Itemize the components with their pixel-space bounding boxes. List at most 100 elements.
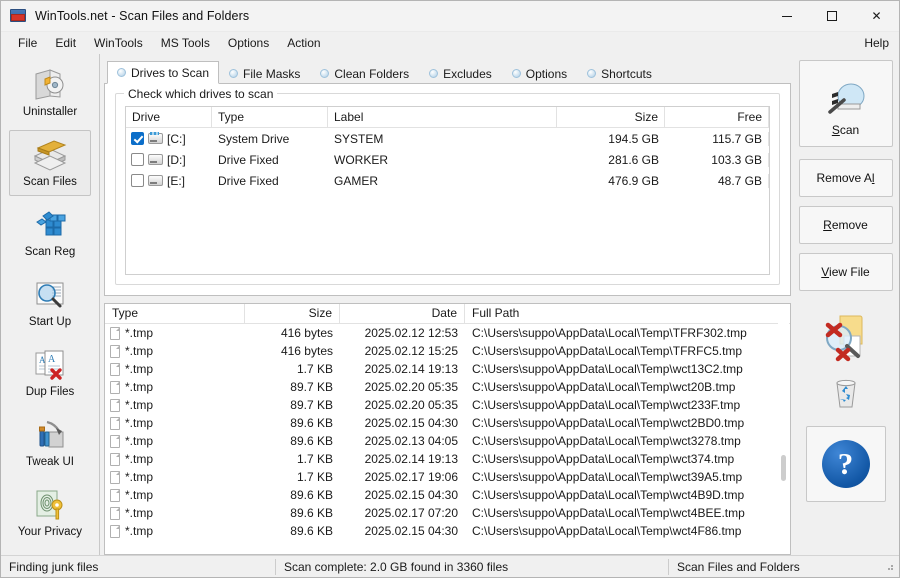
drive-type: System Drive [212, 132, 328, 146]
tab-shortcuts[interactable]: Shortcuts [577, 62, 662, 84]
table-row[interactable]: *.tmp89.7 KB2025.02.20 05:35C:\Users\sup… [105, 378, 790, 396]
view-file-button[interactable]: View File [799, 253, 893, 291]
svg-text:A: A [48, 354, 56, 365]
column-header-size[interactable]: Size [557, 107, 665, 127]
column-header-type[interactable]: Type [212, 107, 328, 127]
drive-free: 48.7 GB [665, 174, 769, 188]
sidebar-item-your-privacy[interactable]: Your Privacy [9, 480, 91, 546]
column-header-drive[interactable]: Drive [126, 107, 212, 127]
table-row[interactable]: *.tmp89.6 KB2025.02.15 04:30C:\Users\sup… [105, 414, 790, 432]
sidebar-item-scan-files[interactable]: Scan Files [9, 130, 91, 196]
file-size: 416 bytes [245, 326, 340, 340]
table-row[interactable]: [C:] System Drive SYSTEM 194.5 GB 115.7 … [126, 128, 769, 149]
sidebar-item-label: Scan Files [23, 176, 77, 188]
help-icon: ? [822, 440, 870, 488]
file-size: 1.7 KB [245, 470, 340, 484]
menu-options[interactable]: Options [219, 34, 278, 52]
sidebar-item-uninstaller[interactable]: Uninstaller [9, 60, 91, 126]
column-header-full-path[interactable]: Full Path [465, 304, 790, 323]
file-size: 416 bytes [245, 344, 340, 358]
table-row[interactable]: *.tmp89.6 KB2025.02.15 04:30C:\Users\sup… [105, 522, 790, 540]
drive-label: WORKER [328, 153, 557, 167]
table-row[interactable]: *.tmp89.6 KB2025.02.13 04:05C:\Users\sup… [105, 432, 790, 450]
table-row[interactable]: *.tmp416 bytes2025.02.12 12:53C:\Users\s… [105, 324, 790, 342]
tab-page-drives-to-scan: Check which drives to scan Drive Type La… [104, 84, 791, 296]
table-row[interactable]: *.tmp89.6 KB2025.02.17 07:20C:\Users\sup… [105, 504, 790, 522]
file-type: *.tmp [125, 452, 153, 466]
sidebar-item-dup-files[interactable]: A A Dup Files [9, 340, 91, 406]
file-size: 89.6 KB [245, 416, 340, 430]
sidebar-item-start-up[interactable]: Start Up [9, 270, 91, 336]
tab-excludes[interactable]: Excludes [419, 62, 502, 84]
tab-drives-to-scan[interactable]: Drives to Scan [107, 61, 219, 84]
file-size: 1.7 KB [245, 452, 340, 466]
menu-wintools[interactable]: WinTools [85, 34, 152, 52]
remove-button[interactable]: Remove [799, 206, 893, 244]
file-path: C:\Users\suppo\AppData\Local\Temp\wct4BE… [465, 506, 790, 520]
tab-label: Excludes [443, 67, 492, 81]
table-row[interactable]: *.tmp416 bytes2025.02.12 15:25C:\Users\s… [105, 342, 790, 360]
sidebar-item-label: Start Up [29, 316, 71, 328]
menu-ms-tools[interactable]: MS Tools [152, 34, 219, 52]
file-icon [110, 417, 120, 430]
tab-bullet-icon [429, 69, 438, 78]
column-header-size[interactable]: Size [245, 304, 340, 323]
minimize-button[interactable] [764, 1, 809, 32]
close-icon[interactable]: ✕ [854, 1, 899, 32]
file-type: *.tmp [125, 362, 153, 376]
sidebar-item-label: Scan Reg [25, 246, 76, 258]
results-scrollbar[interactable] [778, 305, 789, 553]
scan-button[interactable]: Scan [799, 60, 893, 147]
tab-label: Shortcuts [601, 67, 652, 81]
column-header-type[interactable]: Type [105, 304, 245, 323]
sidebar-item-scan-reg[interactable]: Scan Reg [9, 200, 91, 266]
maximize-button[interactable] [809, 1, 854, 32]
file-path: C:\Users\suppo\AppData\Local\Temp\wct20B… [465, 380, 790, 394]
menu-action[interactable]: Action [278, 34, 329, 52]
drive-checkbox[interactable] [131, 132, 144, 145]
column-header-free[interactable]: Free [665, 107, 769, 127]
drive-label: SYSTEM [328, 132, 557, 146]
table-row[interactable]: *.tmp1.7 KB2025.02.14 19:13C:\Users\supp… [105, 360, 790, 378]
table-row[interactable]: [E:] Drive Fixed GAMER 476.9 GB 48.7 GB [126, 170, 769, 191]
scrollbar-thumb[interactable] [781, 455, 786, 481]
help-button[interactable]: ? [806, 426, 886, 502]
file-type: *.tmp [125, 380, 153, 394]
tab-label: Clean Folders [334, 67, 409, 81]
menu-help[interactable]: Help [855, 34, 899, 52]
tab-clean-folders[interactable]: Clean Folders [310, 62, 419, 84]
file-path: C:\Users\suppo\AppData\Local\Temp\wct39A… [465, 470, 790, 484]
status-right: Scan Files and Folders [669, 559, 884, 575]
file-size: 1.7 KB [245, 362, 340, 376]
sidebar-item-tweak-ui[interactable]: Tweak UI [9, 410, 91, 476]
drive-letter: [D:] [167, 153, 186, 167]
menu-file[interactable]: File [9, 34, 46, 52]
table-row[interactable]: *.tmp89.7 KB2025.02.20 05:35C:\Users\sup… [105, 396, 790, 414]
table-row[interactable]: *.tmp1.7 KB2025.02.14 19:13C:\Users\supp… [105, 450, 790, 468]
file-icon [110, 435, 120, 448]
tab-strip: Drives to Scan File Masks Clean Folders … [104, 60, 791, 84]
table-row[interactable]: *.tmp89.6 KB2025.02.15 04:30C:\Users\sup… [105, 486, 790, 504]
tab-options[interactable]: Options [502, 62, 577, 84]
drive-checkbox[interactable] [131, 153, 144, 166]
column-header-label[interactable]: Label [328, 107, 557, 127]
dup-files-icon: A A [30, 346, 70, 384]
sidebar-item-label: Your Privacy [18, 526, 82, 538]
drive-size: 194.5 GB [557, 132, 665, 146]
file-size: 89.7 KB [245, 380, 340, 394]
results-body: *.tmp 416 bytes2025.02.12 12:53 C:\Users\s… [105, 324, 790, 554]
file-icon [110, 489, 120, 502]
resize-grip-icon[interactable] [884, 561, 896, 573]
menu-edit[interactable]: Edit [46, 34, 85, 52]
column-header-date[interactable]: Date [340, 304, 465, 323]
table-row[interactable]: [D:] Drive Fixed WORKER 281.6 GB 103.3 G… [126, 149, 769, 170]
remove-all-button[interactable]: Remove Al [799, 159, 893, 197]
action-panel: Scan Remove Al Remove View File [795, 54, 899, 555]
file-date: 2025.02.15 04:30 [340, 524, 465, 538]
file-type: *.tmp [125, 416, 153, 430]
tab-file-masks[interactable]: File Masks [219, 62, 310, 84]
file-date: 2025.02.12 12:53 [340, 326, 465, 340]
results-list: Type Size Date Full Path *.tmp416 bytes2… [104, 303, 791, 555]
table-row[interactable]: *.tmp1.7 KB2025.02.17 19:06C:\Users\supp… [105, 468, 790, 486]
drive-checkbox[interactable] [131, 174, 144, 187]
